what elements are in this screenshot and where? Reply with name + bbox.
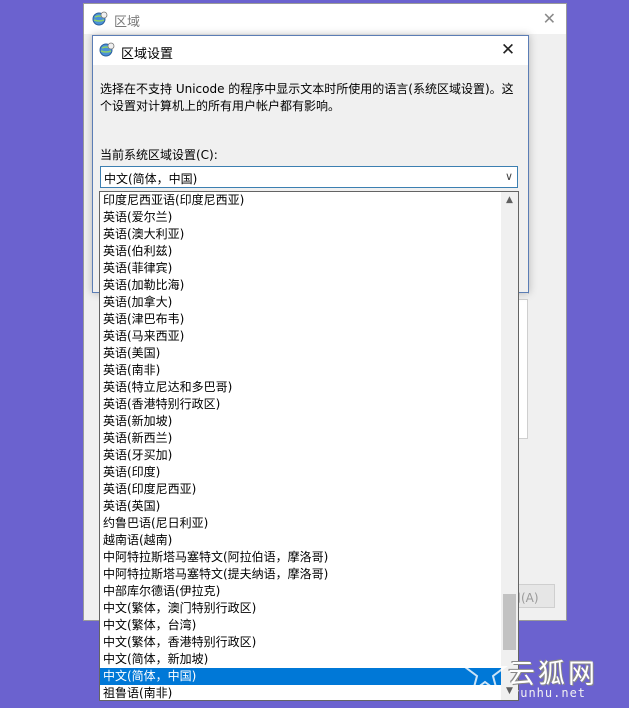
star-logo-icon bbox=[462, 650, 508, 694]
globe-clock-icon bbox=[99, 42, 115, 57]
locale-dropdown-list[interactable]: 印度尼西亚语(印度尼西亚) 英语(爱尔兰) 英语(澳大利亚) 英语(伯利兹) 英语(菲律… bbox=[99, 191, 519, 701]
locale-list-item[interactable]: 越南语(越南) bbox=[100, 532, 502, 549]
locale-list-item[interactable]: 祖鲁语(南非) bbox=[100, 685, 502, 700]
locale-list-item[interactable]: 英语(印度尼西亚) bbox=[100, 481, 502, 498]
locale-list-item[interactable]: 英语(加拿大) bbox=[100, 294, 502, 311]
locale-list-item[interactable]: 英语(马来西亚) bbox=[100, 328, 502, 345]
locale-list-item[interactable]: 印度尼西亚语(印度尼西亚) bbox=[100, 192, 502, 209]
locale-list-item[interactable]: 中文(繁体，香港特别行政区) bbox=[100, 634, 502, 651]
current-locale-label: 当前系统区域设置(C): bbox=[100, 148, 218, 162]
globe-clock-icon bbox=[92, 11, 108, 26]
region-settings-titlebar[interactable]: 区域设置 ✕ bbox=[93, 36, 528, 65]
locale-list-item[interactable]: 英语(津巴布韦) bbox=[100, 311, 502, 328]
locale-list-item[interactable]: 中部库尔德语(伊拉克) bbox=[100, 583, 502, 600]
region-window-titlebar[interactable]: 区域 ✕ bbox=[84, 4, 566, 34]
chevron-down-icon[interactable]: ∨ bbox=[505, 170, 513, 183]
close-icon[interactable]: ✕ bbox=[498, 40, 518, 60]
locale-list-item[interactable]: 英语(伯利兹) bbox=[100, 243, 502, 260]
locale-list-item[interactable]: 英语(美国) bbox=[100, 345, 502, 362]
region-window-panel-edge-lower bbox=[519, 299, 528, 439]
locale-list-item[interactable]: 中阿特拉斯塔马塞特文(阿拉伯语，摩洛哥) bbox=[100, 549, 502, 566]
region-window-close-icon[interactable]: ✕ bbox=[543, 9, 556, 28]
locale-list-item[interactable]: 中文(简体，新加坡) bbox=[100, 651, 502, 668]
chevron-up-icon[interactable]: ▲ bbox=[501, 192, 518, 209]
locale-list-item[interactable]: 英语(牙买加) bbox=[100, 447, 502, 464]
scroll-thumb[interactable] bbox=[503, 593, 516, 650]
description-text: 选择在不支持 Unicode 的程序中显示文本时所使用的语言(系统区域设置)。这… bbox=[100, 82, 514, 113]
watermark: 云狐网 yunhu.net bbox=[460, 648, 625, 706]
locale-list-item[interactable]: 中阿特拉斯塔马塞特文(提夫纳语，摩洛哥) bbox=[100, 566, 502, 583]
locale-list: 印度尼西亚语(印度尼西亚) 英语(爱尔兰) 英语(澳大利亚) 英语(伯利兹) 英语(菲律… bbox=[100, 192, 502, 700]
locale-list-item[interactable]: 英语(香港特别行政区) bbox=[100, 396, 502, 413]
dialog-title: 区域设置 bbox=[121, 47, 174, 62]
locale-list-item[interactable]: 中文(简体，中国) bbox=[100, 668, 502, 685]
locale-list-item[interactable]: 中文(繁体，澳门特别行政区) bbox=[100, 600, 502, 617]
locale-list-item[interactable]: 英语(特立尼达和多巴哥) bbox=[100, 379, 502, 396]
region-window-title: 区域 bbox=[114, 15, 141, 30]
locale-list-item[interactable]: 约鲁巴语(尼日利亚) bbox=[100, 515, 502, 532]
watermark-url: yunhu.net bbox=[512, 686, 587, 700]
locale-combobox[interactable]: 中文(简体，中国) ∨ bbox=[100, 166, 518, 188]
locale-list-item[interactable]: 英语(菲律宾) bbox=[100, 260, 502, 277]
locale-list-item[interactable]: 英语(印度) bbox=[100, 464, 502, 481]
locale-list-item[interactable]: 英语(新加坡) bbox=[100, 413, 502, 430]
locale-list-item[interactable]: 英语(澳大利亚) bbox=[100, 226, 502, 243]
locale-combobox-value: 中文(简体，中国) bbox=[104, 172, 198, 186]
locale-list-item[interactable]: 英语(英国) bbox=[100, 498, 502, 515]
locale-list-item[interactable]: 中文(繁体，台湾) bbox=[100, 617, 502, 634]
locale-list-item[interactable]: 英语(爱尔兰) bbox=[100, 209, 502, 226]
locale-list-item[interactable]: 英语(新西兰) bbox=[100, 430, 502, 447]
locale-list-item[interactable]: 英语(南非) bbox=[100, 362, 502, 379]
scrollbar[interactable]: ▲ ▼ bbox=[501, 192, 518, 700]
locale-list-item[interactable]: 英语(加勒比海) bbox=[100, 277, 502, 294]
